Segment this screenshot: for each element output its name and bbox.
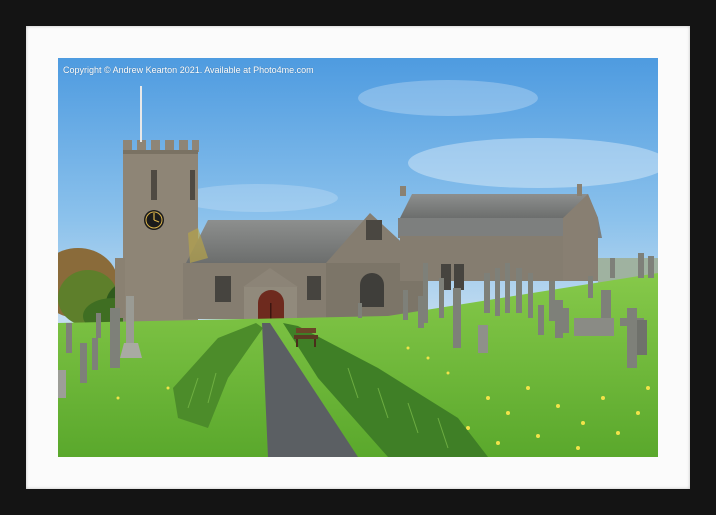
church-scene-illustration: [58, 58, 658, 457]
church-photo: [58, 58, 658, 457]
copyright-watermark: Copyright © Andrew Kearton 2021. Availab…: [63, 65, 314, 75]
